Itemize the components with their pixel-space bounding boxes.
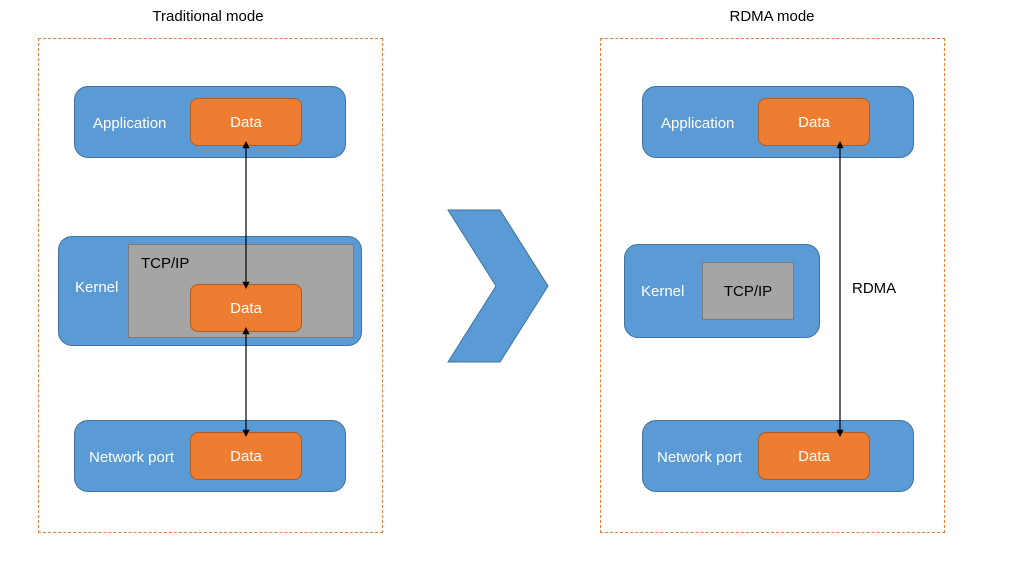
left-network-label: Network port [89, 449, 174, 466]
left-title: Traditional mode [108, 8, 308, 25]
right-kernel-tcpip-label: TCP/IP [724, 283, 772, 300]
right-title: RDMA mode [672, 8, 872, 25]
left-application-data: Data [190, 98, 302, 146]
chevron-icon [448, 210, 548, 362]
right-network-label: Network port [657, 449, 742, 466]
left-application-label: Application [93, 115, 166, 132]
right-application-data: Data [758, 98, 870, 146]
left-kernel-label: Kernel [75, 279, 118, 296]
left-kernel-data: Data [190, 284, 302, 332]
left-network-data: Data [190, 432, 302, 480]
right-network-data: Data [758, 432, 870, 480]
left-kernel-tcpip-label: TCP/IP [141, 255, 189, 272]
rdma-label: RDMA [852, 280, 896, 297]
right-kernel-tcpip-box: TCP/IP [702, 262, 794, 320]
right-application-label: Application [661, 115, 734, 132]
right-kernel-label: Kernel [641, 283, 684, 300]
